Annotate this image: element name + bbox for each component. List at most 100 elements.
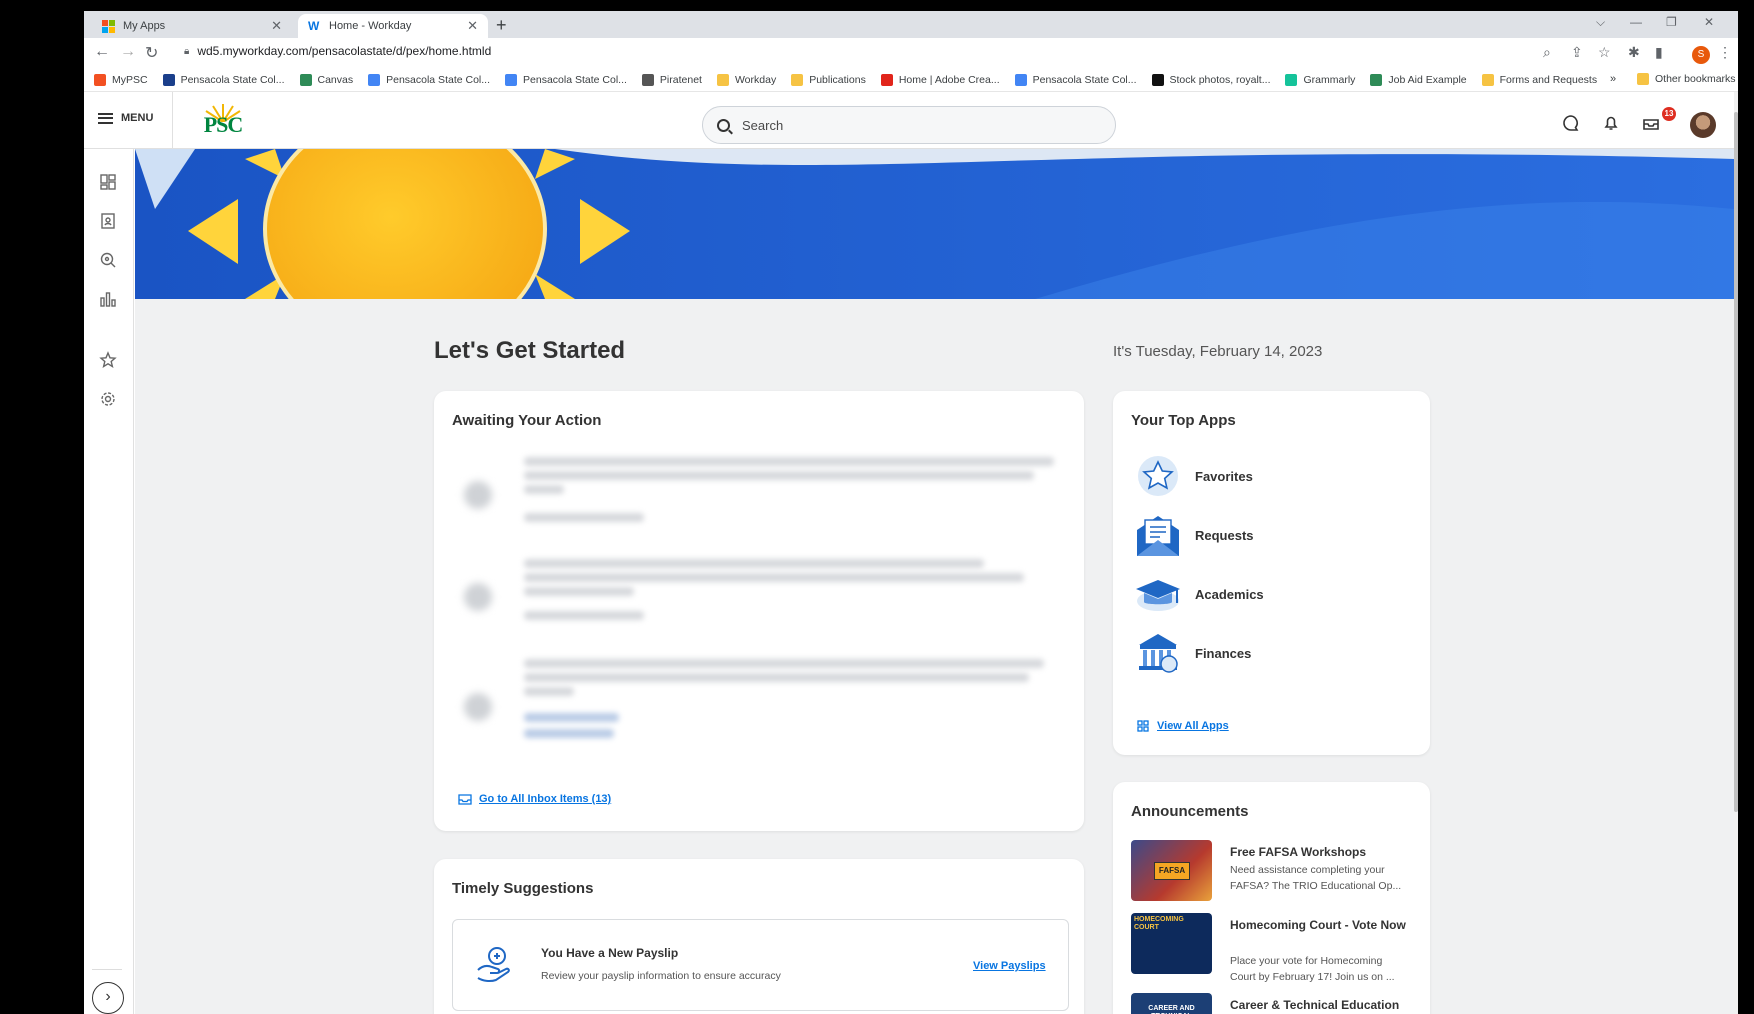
bookmarks-overflow-icon[interactable]: » <box>1610 73 1616 85</box>
folder-icon <box>1637 73 1649 85</box>
bookmark-favicon-icon <box>880 73 893 86</box>
scrollbar-thumb[interactable] <box>1734 112 1738 812</box>
view-payslips-link[interactable]: View Payslips <box>973 960 1046 972</box>
bookmark-favicon-icon <box>1370 73 1383 86</box>
back-icon[interactable]: ← <box>94 43 110 61</box>
url-field[interactable]: 🔒︎ wd5.myworkday.com/pensacolastate/d/pe… <box>184 44 491 58</box>
header-divider <box>172 92 173 149</box>
announcement-title: Free FAFSA Workshops <box>1230 845 1367 859</box>
browser-menu-icon[interactable]: ⋮ <box>1718 44 1732 61</box>
suggestion-desc: Review your payslip information to ensur… <box>541 970 781 982</box>
url-text: wd5.myworkday.com/pensacolastate/d/pex/h… <box>197 44 492 58</box>
settings-gear-icon[interactable] <box>99 390 117 408</box>
announcement-desc: Need assistance completing your FAFSA? T… <box>1230 864 1402 892</box>
close-tab-icon[interactable]: ✕ <box>271 18 282 34</box>
announcement-thumbnail: FAFSA <box>1131 840 1212 901</box>
chat-icon[interactable] <box>1562 114 1580 132</box>
bookmark-item[interactable]: Pensacola State Col... <box>1014 73 1137 86</box>
bookmark-label: Pensacola State Col... <box>1032 73 1137 86</box>
main-content: Let's Get Started It's Tuesday, February… <box>135 149 1734 1014</box>
inbox-link-label: Go to All Inbox Items (13) <box>479 793 612 805</box>
bookmark-item[interactable]: Canvas <box>299 73 353 86</box>
notifications-bell-icon[interactable] <box>1602 114 1620 132</box>
zoom-icon[interactable]: ⌕ <box>1543 44 1551 61</box>
bookmark-item[interactable]: Stock photos, royalt... <box>1151 73 1271 86</box>
tab-strip: My Apps ✕ W Home - Workday ✕ + ⌵ — ❐ ✕ <box>84 11 1738 38</box>
profile-avatar[interactable]: S <box>1692 46 1710 64</box>
close-tab-icon[interactable]: ✕ <box>467 18 478 34</box>
app-academics[interactable]: Academics <box>1135 571 1264 617</box>
awaiting-action-card: Awaiting Your Action Go to All Inbox Ite… <box>434 391 1084 831</box>
restore-icon[interactable]: ❐ <box>1666 15 1677 29</box>
bookmark-favicon-icon <box>94 73 106 86</box>
menu-button[interactable]: MENU <box>98 112 153 124</box>
bookmark-label: Publications <box>809 73 866 86</box>
bookmark-label: Forms and Requests <box>1499 73 1598 86</box>
discover-icon[interactable] <box>99 251 117 269</box>
bookmark-favicon-icon <box>641 73 654 86</box>
inbox-badge: 13 <box>1662 107 1676 121</box>
search-input[interactable]: Search <box>702 106 1116 144</box>
page-title: Let's Get Started <box>434 337 626 364</box>
forward-icon[interactable]: → <box>120 43 136 61</box>
announcement-title: Career & Technical Education Month <box>1230 998 1400 1012</box>
card-title: Timely Suggestions <box>452 880 594 897</box>
bookmark-favicon-icon <box>716 73 729 86</box>
bookmark-label: Stock photos, royalt... <box>1169 73 1271 86</box>
bookmark-item[interactable]: Pensacola State Col... <box>505 73 627 86</box>
minimize-icon[interactable]: — <box>1630 15 1642 29</box>
bookmark-favicon-icon <box>1151 73 1164 86</box>
tab-my-apps[interactable]: My Apps ✕ <box>92 14 292 38</box>
app-label: Requests <box>1195 527 1254 543</box>
favorites-icon <box>1138 456 1178 496</box>
bookmark-item[interactable]: Publications <box>791 73 866 86</box>
bookmark-label: Job Aid Example <box>1388 73 1467 86</box>
share-icon[interactable]: ⇪ <box>1571 44 1583 61</box>
bookmark-label: Home | Adobe Crea... <box>898 73 1000 86</box>
app-label: Academics <box>1195 586 1264 602</box>
bookmark-item[interactable]: MyPSC <box>94 73 148 86</box>
favorites-star-icon[interactable] <box>99 351 117 369</box>
bookmark-item[interactable]: Pensacola State Col... <box>162 73 285 86</box>
bookmark-star-icon[interactable]: ☆ <box>1598 44 1611 61</box>
bookmark-item[interactable]: Pensacola State Col... <box>368 73 490 86</box>
view-all-apps-link[interactable]: View All Apps <box>1137 720 1229 732</box>
app-requests[interactable]: Requests <box>1135 512 1254 558</box>
side-panel-icon[interactable]: ▮ <box>1655 44 1663 61</box>
bookmark-item[interactable]: Piratenet <box>641 73 702 86</box>
finances-icon <box>1139 634 1178 673</box>
tab-home-workday[interactable]: W Home - Workday ✕ <box>298 14 488 38</box>
bookmark-item[interactable]: Workday <box>716 73 776 86</box>
app-finances[interactable]: Finances <box>1135 630 1251 676</box>
bookmark-item[interactable]: Grammarly <box>1285 73 1355 86</box>
go-to-inbox-link[interactable]: Go to All Inbox Items (13) <box>458 793 611 805</box>
page-scrollbar[interactable] <box>1734 92 1738 1014</box>
chevron-right-icon: › <box>105 988 111 1005</box>
left-rail: › <box>84 149 134 1014</box>
bookmark-favicon-icon <box>368 73 381 86</box>
tab-title: Home - Workday <box>329 20 412 32</box>
reload-icon[interactable]: ↻ <box>145 43 158 63</box>
reports-icon[interactable] <box>99 290 117 308</box>
academics-icon <box>1136 580 1180 611</box>
inbox-icon[interactable] <box>1642 114 1660 132</box>
other-bookmarks[interactable]: Other bookmarks <box>1637 73 1736 85</box>
extensions-icon[interactable]: ✱ <box>1628 44 1640 61</box>
new-tab-icon[interactable]: + <box>496 15 507 36</box>
bookmark-item[interactable]: Job Aid Example <box>1370 73 1467 86</box>
window-close-icon[interactable]: ✕ <box>1704 15 1714 29</box>
expand-rail-button[interactable]: › <box>92 982 124 1014</box>
psc-logo[interactable]: PSC <box>201 102 245 138</box>
app-favorites[interactable]: Favorites <box>1135 453 1253 499</box>
bookmark-favicon-icon <box>1481 73 1494 86</box>
worker-profile-icon[interactable] <box>99 212 117 230</box>
browser-window: My Apps ✕ W Home - Workday ✕ + ⌵ — ❐ ✕ ←… <box>84 11 1738 1014</box>
announcement-thumbnail: HOMECOMING COURT <box>1131 913 1212 974</box>
address-bar: ← → ↻ 🔒︎ wd5.myworkday.com/pensacolastat… <box>84 38 1738 68</box>
tab-search-icon[interactable]: ⌵ <box>1596 15 1605 30</box>
bookmark-item[interactable]: Forms and Requests <box>1481 73 1598 86</box>
dashboard-icon[interactable] <box>99 173 117 191</box>
workday-icon: W <box>308 18 320 33</box>
user-avatar[interactable] <box>1690 112 1716 138</box>
bookmark-item[interactable]: Home | Adobe Crea... <box>880 73 1000 86</box>
